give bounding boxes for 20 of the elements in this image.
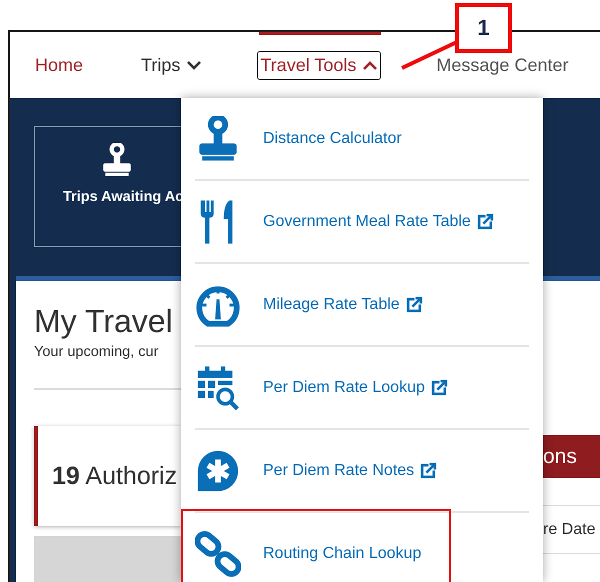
chevron-icon (362, 60, 378, 70)
stamp-icon (100, 143, 134, 177)
section-tab[interactable]: ons (543, 435, 600, 478)
page-subtitle: Your upcoming, cur (34, 344, 160, 360)
menu-link[interactable]: Per Diem Rate Notes (263, 462, 438, 480)
nav-item[interactable]: Trips (138, 50, 206, 80)
callout-number: 1 (455, 3, 512, 53)
menu-link[interactable]: Mileage Rate Table (263, 296, 423, 314)
nav-item[interactable]: Message Center (433, 50, 572, 80)
nav-item[interactable]: Home (32, 50, 86, 80)
summary-text: 19 Authoriz (52, 462, 178, 490)
menu-link[interactable]: Government Meal Rate Table (263, 212, 494, 230)
chevron-icon (186, 60, 202, 70)
menu-link[interactable]: Distance Calculator (263, 130, 402, 148)
chain-link-icon (195, 530, 241, 576)
calendar-search-icon (195, 364, 241, 410)
nav-item[interactable]: Travel Tools (257, 50, 382, 80)
menu-link[interactable]: Routing Chain Lookup (263, 544, 422, 562)
page-heading: My Travel (34, 303, 174, 340)
menu-link[interactable]: Per Diem Rate Lookup (263, 378, 448, 396)
